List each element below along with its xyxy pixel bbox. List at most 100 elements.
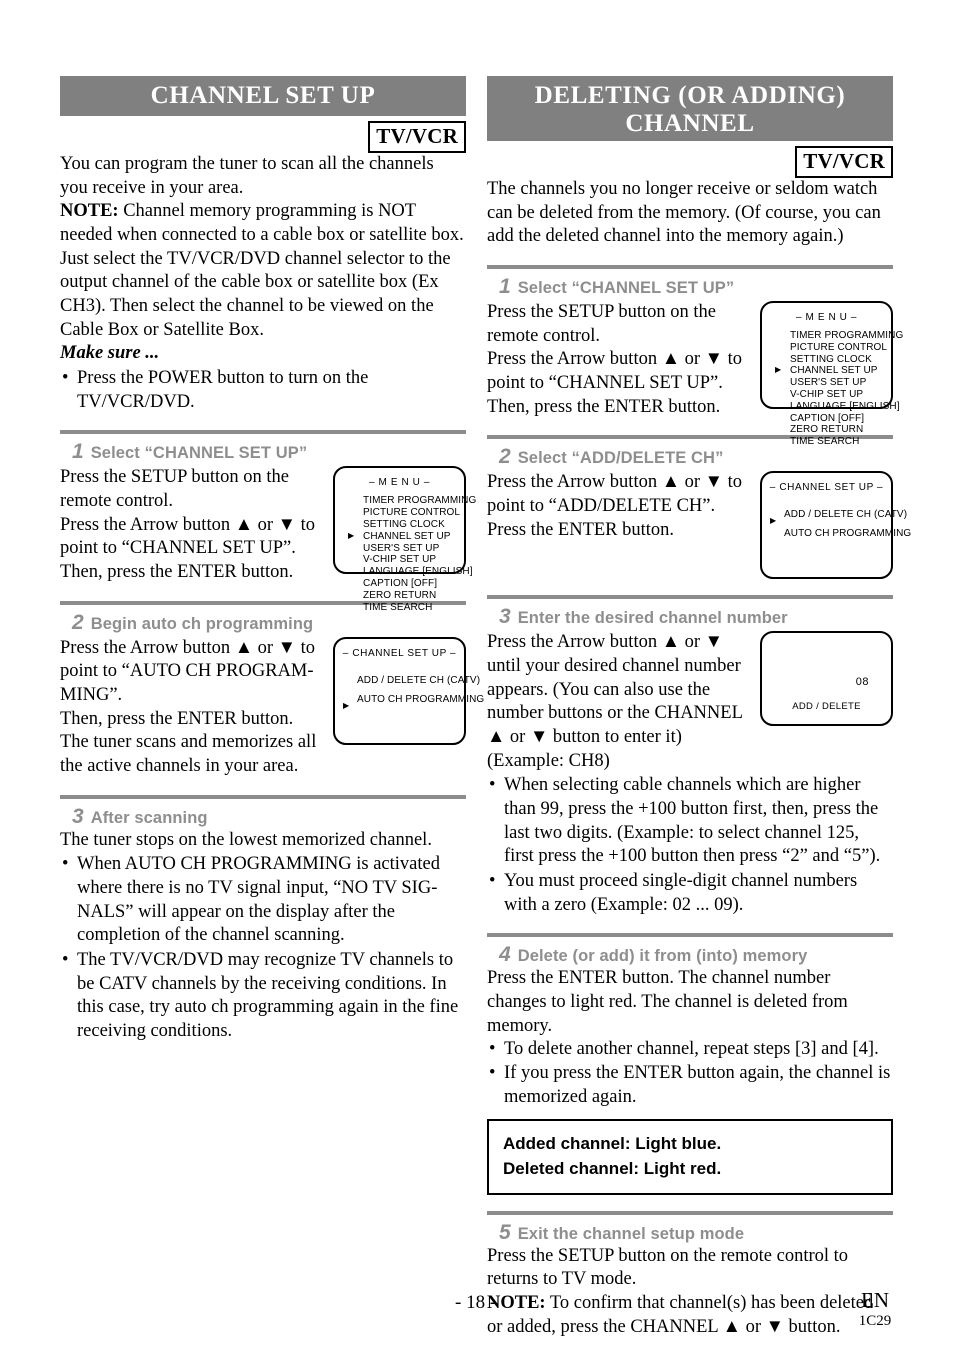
osd-menu-item: CAPTION [OFF]: [363, 577, 438, 589]
step-number: 3: [499, 605, 511, 629]
osd-menu-item: AUTO CH PROGRAMMING: [335, 690, 484, 713]
note-text: To confirm that channel(s) has been dele…: [487, 1293, 874, 1337]
step-number: 5: [499, 1220, 511, 1244]
step-title: Begin auto ch programming: [90, 614, 314, 633]
list-item: You must proceed single-digit channel nu…: [487, 870, 893, 917]
section-header-line-2: CHANNEL: [625, 110, 755, 137]
osd-add-delete-label: ADD / DELETE: [792, 701, 861, 713]
list-item: If you press the ENTER button again, the…: [487, 1062, 893, 1109]
step-header: 3 After scanning: [72, 805, 466, 829]
step-paragraph: Press the ENTER button.: [487, 519, 675, 540]
osd-menu-item: TIME SEARCH: [790, 436, 860, 448]
osd-channel-number: 08: [855, 676, 869, 689]
step-paragraph: Press the ENTER button. The channel numb…: [487, 968, 848, 1036]
step-number: 1: [499, 275, 511, 299]
step-divider: [60, 794, 466, 799]
step-text: Press the SETUP button on the remote con…: [60, 466, 333, 584]
step-paragraph: Press the Arrow button ▲ or ▼ to point t…: [60, 514, 316, 559]
osd-title: – CHANNEL SET UP –: [769, 482, 884, 494]
osd-menu-list: TIMER PROGRAMMING PICTURE CONTROL SETTING …: [762, 330, 903, 448]
step-paragraph: Press the SETUP button on the remote con…: [487, 302, 717, 346]
step-text: Press the Arrow button ▲ or ▼ to point t…: [60, 637, 333, 779]
step-body: Press the SETUP button on the remote con…: [487, 301, 903, 447]
left-step-3-bullets: When AUTO CH PROGRAMMING is activated wh…: [60, 853, 466, 1043]
step-number: 3: [72, 804, 84, 828]
right-step-3: 3 Enter the desired channel number Press…: [487, 595, 893, 917]
right-step-1: 1 Select “CHANNEL SET UP” Press the SETU…: [487, 265, 903, 447]
step-title: Select “CHANNEL SET UP”: [90, 444, 308, 463]
step-number: 4: [499, 943, 511, 967]
note-label: NOTE:: [60, 201, 119, 222]
footer-page-number: - 18 -: [455, 1292, 497, 1313]
osd-menu-item: ZERO RETURN: [790, 424, 864, 436]
right-intro-paragraph: The channels you no longer receive or se…: [487, 179, 881, 247]
step-text: Press the Arrow button ▲ or ▼ until your…: [487, 631, 760, 773]
list-item: When selecting cable channels which are …: [487, 774, 893, 869]
section-header-line-1: DELETING (OR ADDING): [534, 82, 846, 109]
step-title: Enter the desired channel number: [517, 609, 788, 628]
osd-menu-item: USER'S SET UP: [790, 377, 867, 389]
tv-vcr-badge: TV/VCR: [368, 121, 466, 153]
step-paragraph: Press the Arrow button ▲ or ▼ until your…: [487, 632, 743, 771]
step-body: Press the Arrow button ▲ or ▼ until your…: [487, 631, 893, 773]
osd-menu-item: LANGUAGE [ENGLISH]: [790, 400, 900, 412]
step-title: Exit the channel setup mode: [517, 1224, 745, 1243]
osd-channel-set-up-screen: – CHANNEL SET UP – ADD / DELETE CH (CATV…: [333, 636, 484, 745]
section-header-channel-set-up: CHANNEL SET UP: [60, 76, 466, 116]
step-header: 5 Exit the channel setup mode: [499, 1221, 893, 1245]
osd-menu-item: PICTURE CONTROL: [790, 341, 888, 353]
osd-menu-item: ZERO RETURN: [363, 589, 437, 601]
osd-menu-screen: – M E N U – TIMER PROGRAMMING PICTURE CON…: [333, 466, 476, 613]
osd-menu-item: TIME SEARCH: [363, 601, 433, 613]
left-note-paragraph: NOTE: Channel memory programming is NOT …: [60, 200, 466, 342]
osd-menu-screen: – M E N U – TIMER PROGRAMMING PICTURE CON…: [760, 301, 903, 447]
left-step-3: 3 After scanning The tuner stops on the …: [60, 794, 466, 1044]
osd-channel-set-up-screen: – CHANNEL SET UP – ADD / DELETE CH (CATV…: [760, 471, 911, 580]
left-step-2: 2 Begin auto ch programming Press the Ar…: [60, 600, 484, 779]
step-title: Select “CHANNEL SET UP”: [517, 279, 735, 298]
step-header: 3 Enter the desired channel number: [499, 605, 893, 629]
step-text: Press the SETUP button on the remote con…: [487, 301, 760, 419]
osd-menu-item: USER'S SET UP: [363, 542, 440, 554]
osd-add-delete-screen: 08 ADD / DELETE: [760, 631, 893, 727]
step-paragraph: Then, press the ENTER button.: [60, 708, 294, 729]
step-divider: [487, 595, 893, 600]
right-step-3-bullets: When selecting cable channels which are …: [487, 774, 893, 917]
right-step-5: 5 Exit the channel setup mode Press the …: [487, 1210, 893, 1340]
step-paragraph: Then, press the ENTER button.: [487, 396, 721, 417]
list-item: The TV/VCR/DVD may recognize TV channels…: [60, 949, 466, 1044]
osd-menu-item: TIMER PROGRAMMING: [363, 495, 477, 507]
make-sure-heading: Make sure ...: [60, 343, 160, 364]
step-divider: [487, 933, 893, 938]
left-intro-paragraph: You can program the tuner to scan all th…: [60, 154, 434, 198]
right-step-4: 4 Delete (or add) it from (into) memory …: [487, 933, 893, 1195]
step-paragraph: Press the Arrow button ▲ or ▼ to point t…: [487, 472, 743, 517]
osd-menu-list: ADD / DELETE CH (CATV)AUTO CH PROGRAMMIN…: [335, 671, 484, 713]
note-text: Channel memory programming is NOT needed…: [60, 201, 464, 340]
osd-menu-item: SETTING CLOCK: [790, 353, 872, 365]
osd-menu-list: ADD / DELETE CH (CATV)AUTO CH PROGRAMMIN…: [762, 505, 911, 543]
step-header: 1 Select “CHANNEL SET UP”: [499, 275, 893, 299]
osd-menu-item: SETTING CLOCK: [363, 518, 445, 530]
step-number: 2: [499, 445, 511, 469]
tv-vcr-badge: TV/VCR: [795, 146, 893, 178]
left-column: CHANNEL SET UP TV/VCR You can program th…: [60, 76, 484, 1044]
step-divider: [487, 1210, 893, 1215]
color-legend-callout: Added channel: Light blue. Deleted chann…: [487, 1119, 893, 1195]
step-divider: [60, 430, 466, 435]
osd-title: – M E N U –: [795, 312, 858, 324]
step-paragraph: The tuner stops on the lowest memorized …: [60, 829, 432, 850]
step-paragraph: Press the Arrow button ▲ or ▼ to point t…: [60, 637, 316, 706]
step-body: Press the SETUP button on the remote con…: [60, 466, 476, 613]
osd-menu-list: TIMER PROGRAMMING PICTURE CONTROL SETTING …: [335, 495, 477, 613]
osd-menu-item: CHANNEL SET UP: [762, 365, 891, 377]
manual-page: CHANNEL SET UP TV/VCR You can program th…: [0, 0, 954, 1348]
osd-title: – CHANNEL SET UP –: [342, 647, 457, 659]
footer-language: EN: [861, 1288, 889, 1312]
step-title: Select “ADD/DELETE CH”: [517, 449, 724, 468]
osd-menu-item: V-CHIP SET UP: [790, 389, 864, 400]
step-header: 2 Begin auto ch programming: [72, 611, 466, 635]
right-step-2: 2 Select “ADD/DELETE CH” Press the Arrow…: [487, 435, 911, 580]
osd-title: – M E N U –: [368, 477, 431, 489]
list-item: When AUTO CH PROGRAMMING is activated wh…: [60, 853, 466, 948]
